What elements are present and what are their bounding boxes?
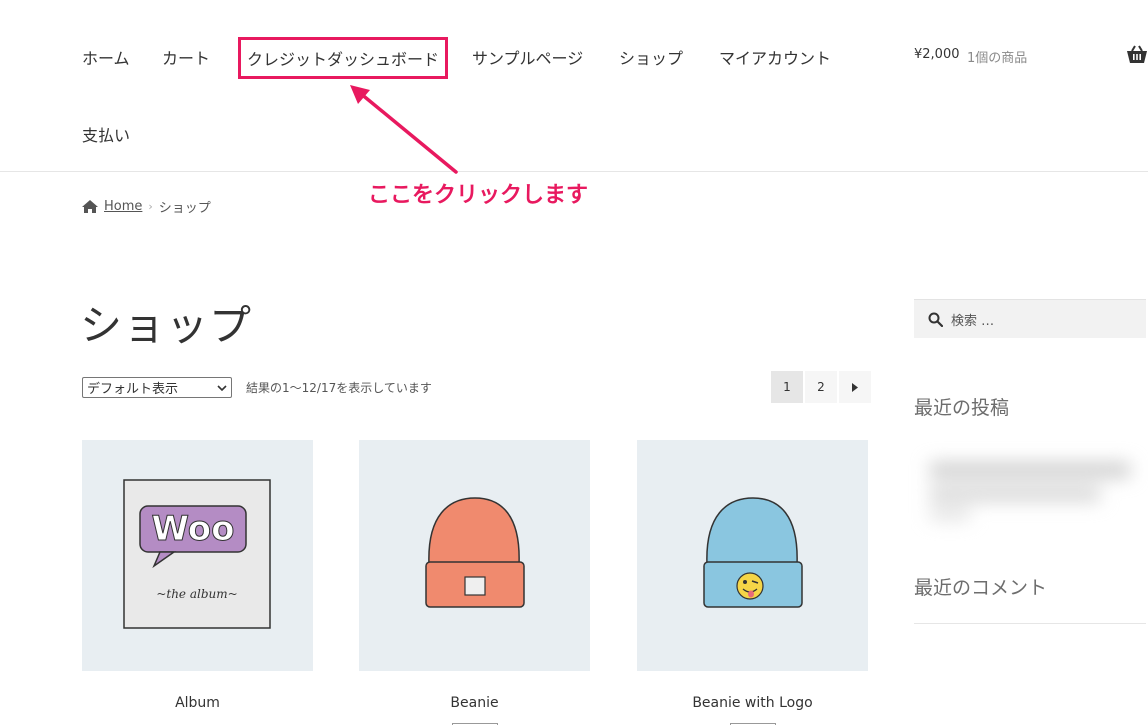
breadcrumb-home-link[interactable]: Home [104,199,142,214]
annotation-text: ここをクリックします [368,183,589,208]
breadcrumb-separator-icon: › [148,200,153,213]
result-count: 結果の1〜12/17を表示しています [246,381,432,395]
product-image-beanie-with-logo[interactable] [637,440,868,671]
product-image-album[interactable]: Woo ~the album~ [82,440,313,671]
nav-item-shop[interactable]: ショップ [619,45,683,69]
album-cover-image: Woo ~the album~ [123,479,271,629]
site-header: ホーム カート クレジットダッシュボード サンプルページ ショップ マイアカウン… [0,0,1148,172]
product-card-beanie-with-logo[interactable]: Beanie with Logo [637,440,868,725]
caret-right-icon [852,382,858,392]
breadcrumb: Home › ショップ [82,197,211,216]
sort-selected-value: デフォルト表示 [87,382,179,397]
recent-posts-list[interactable] [930,455,1135,520]
pagination: 1 2 [771,371,871,403]
recent-posts-title: 最近の投稿 [914,397,1010,419]
svg-text:Woo: Woo [151,509,234,549]
next-page-button[interactable] [839,371,871,403]
nav-item-credit-dashboard[interactable]: クレジットダッシュボード [238,37,449,79]
basket-icon[interactable] [1126,45,1148,65]
sort-select[interactable]: デフォルト表示 [82,377,232,398]
product-card-beanie[interactable]: Beanie [359,440,590,725]
nav-item-payment[interactable]: 支払い [82,122,130,146]
svg-text:~the album~: ~the album~ [156,587,237,601]
annotation-arrow-icon [350,85,458,174]
product-name[interactable]: Beanie [359,695,590,711]
divider [914,623,1146,624]
breadcrumb-current: ショップ [158,201,211,216]
product-name[interactable]: Beanie with Logo [637,695,868,711]
page-title: ショップ [80,301,253,350]
beanie-with-logo-image [703,497,803,608]
cart-count[interactable]: 1個の商品 [967,47,1027,66]
page-1-button[interactable]: 1 [771,371,803,403]
search-input[interactable]: 検索 … [914,299,1146,338]
search-icon [928,312,943,327]
nav-item-cart[interactable]: カート [162,45,210,69]
product-image-beanie[interactable] [359,440,590,671]
nav-item-my-account[interactable]: マイアカウント [719,45,831,69]
nav-item-sample-page[interactable]: サンプルページ [472,45,583,69]
product-card-album[interactable]: Woo ~the album~ Album [82,440,313,711]
chevron-down-icon [217,384,227,391]
recent-comments-title: 最近のコメント [914,577,1048,599]
product-name[interactable]: Album [82,695,313,711]
nav-item-home[interactable]: ホーム [82,45,130,69]
page-2-button[interactable]: 2 [805,371,837,403]
cart-total[interactable]: ¥2,000 [914,47,960,62]
beanie-image [425,497,525,608]
search-placeholder: 検索 … [951,313,995,329]
home-icon [82,200,98,213]
